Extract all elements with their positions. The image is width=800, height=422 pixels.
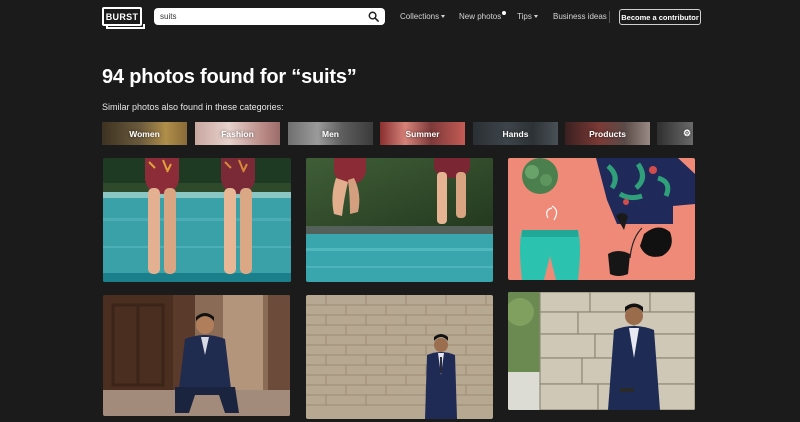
category-fashion-label: Fashion <box>221 128 254 139</box>
nav-collections-label: Collections <box>400 12 440 21</box>
photo-man-suit-seated[interactable] <box>103 295 290 416</box>
nav-tips-label: Tips <box>517 12 532 21</box>
category-women-label: Women <box>129 128 160 139</box>
photo-swimsuit-legs[interactable] <box>103 158 291 282</box>
search-input[interactable] <box>160 8 360 25</box>
category-fashion[interactable]: Fashion <box>195 122 280 145</box>
category-men-label: Men <box>322 128 339 139</box>
nav-tips[interactable]: Tips <box>517 12 538 21</box>
category-men[interactable]: Men <box>288 122 373 145</box>
new-indicator-dot <box>502 11 507 15</box>
category-hands-label: Hands <box>502 128 529 139</box>
photo-swimsuit-jump[interactable] <box>306 158 493 282</box>
become-contributor-button[interactable]: Become a contributor <box>619 9 701 25</box>
category-summer[interactable]: Summer <box>380 122 465 145</box>
burst-logo[interactable]: BURST <box>102 7 145 29</box>
category-products-label: Products <box>589 128 626 139</box>
category-products[interactable]: Products <box>565 122 650 145</box>
photo-man-suit-stone-wall[interactable] <box>508 292 695 410</box>
photo-swim-trunks-flatlay[interactable] <box>508 158 695 280</box>
chevron-down-icon <box>441 15 446 18</box>
nav-new-photos[interactable]: New photos <box>459 11 507 21</box>
photo-man-suit-brick-wall[interactable] <box>306 295 493 419</box>
category-summer-label: Summer <box>405 128 440 139</box>
nav-divider <box>609 11 610 23</box>
search-bar[interactable] <box>154 8 385 25</box>
nav-collections[interactable]: Collections <box>400 12 446 21</box>
search-icon[interactable] <box>368 11 379 22</box>
gear-icon: ⚙ <box>683 128 692 138</box>
category-hands[interactable]: Hands <box>473 122 558 145</box>
category-women[interactable]: Women <box>102 122 187 145</box>
category-next-partial[interactable]: ⚙ <box>657 122 693 145</box>
nav-business-ideas[interactable]: Business ideas <box>553 12 607 21</box>
similar-categories-label: Similar photos also found in these categ… <box>102 102 284 112</box>
results-heading: 94 photos found for “suits” <box>102 66 357 88</box>
chevron-down-icon <box>533 15 538 18</box>
nav-new-photos-label: New photos <box>459 12 502 21</box>
